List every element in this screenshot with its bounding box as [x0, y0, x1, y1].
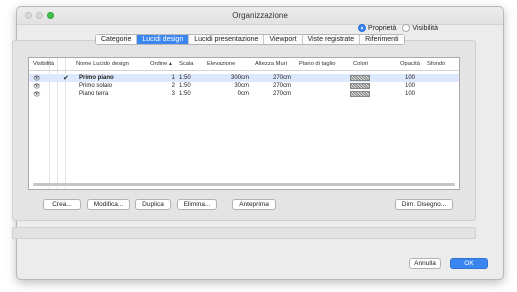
layer-order: 2	[171, 83, 175, 89]
eye-icon[interactable]: 👁	[33, 91, 41, 98]
layer-opacity: 100	[404, 91, 415, 97]
tab-bar: Categorie Lucidi design Lucidi presentaz…	[95, 34, 405, 45]
layer-elevation: 300cm	[230, 75, 249, 81]
duplicate-button[interactable]: Duplica	[135, 199, 171, 210]
layer-scale: 1:50	[179, 91, 191, 97]
tab-categories[interactable]: Categorie	[96, 35, 138, 44]
color-swatch[interactable]	[350, 83, 370, 89]
preview-button[interactable]: Anteprima	[232, 199, 276, 210]
layer-wall-height: 270cm	[272, 91, 291, 97]
table-row[interactable]: 👁 Primo solaio 2 1:50 30cm 270cm 100	[29, 82, 459, 90]
header-name[interactable]: Nome Lucido design	[76, 61, 129, 67]
layer-name: Primo solaio	[79, 83, 113, 89]
layer-order: 3	[171, 91, 175, 97]
header-order[interactable]: Ordine ▴	[150, 61, 172, 67]
dim-drawing-button[interactable]: Dim. Disegno...	[395, 199, 453, 210]
create-button[interactable]: Crea...	[43, 199, 81, 210]
layer-elevation: 30cm	[234, 83, 249, 89]
header-visibility[interactable]: Visibilità	[33, 61, 54, 67]
tab-design-layers[interactable]: Lucidi design	[137, 35, 190, 44]
radio-visibility-label: Visibilità	[412, 24, 438, 32]
cancel-button[interactable]: Annulla	[409, 258, 441, 269]
radio-selected-icon	[358, 24, 366, 32]
tab-viewport[interactable]: Viewport	[264, 35, 303, 44]
layer-wall-height: 270cm	[272, 75, 291, 81]
design-layers-table: Visibilità Nome Lucido design Ordine ▴ S…	[28, 57, 460, 190]
header-background[interactable]: Sfondo	[427, 61, 445, 67]
layer-elevation: 0cm	[237, 91, 249, 97]
table-row[interactable]: 👁 ✔ Primo piano 1 1:50 300cm 270cm 100	[29, 74, 459, 82]
header-opacity[interactable]: Opacità	[400, 61, 420, 67]
header-scale[interactable]: Scala	[179, 61, 194, 67]
radio-visibility[interactable]: Visibilità	[402, 24, 438, 32]
layer-name: Primo piano	[79, 75, 114, 81]
view-mode-radios: Proprietà Visibilità	[358, 24, 438, 32]
layer-name: Piano terra	[79, 91, 109, 97]
table-header: Visibilità Nome Lucido design Ordine ▴ S…	[29, 58, 459, 71]
delete-button[interactable]: Elimina...	[177, 199, 217, 210]
color-swatch[interactable]	[350, 91, 370, 97]
eye-icon[interactable]: 👁	[33, 83, 41, 90]
layer-wall-height: 270cm	[272, 83, 291, 89]
layer-scale: 1:50	[179, 83, 191, 89]
active-layer-check-icon[interactable]: ✔	[63, 74, 69, 82]
status-bar	[12, 227, 476, 239]
header-colors[interactable]: Colori	[353, 61, 368, 67]
eye-icon[interactable]: 👁	[33, 75, 41, 82]
layer-opacity: 100	[404, 83, 415, 89]
table-row[interactable]: 👁 Piano terra 3 1:50 0cm 270cm 100	[29, 90, 459, 98]
layer-opacity: 100	[404, 75, 415, 81]
title-bar: Organizzazione	[17, 7, 503, 25]
tab-saved-views[interactable]: Viste registrate	[302, 35, 361, 44]
layer-order: 1	[171, 75, 175, 81]
modify-button[interactable]: Modifica...	[87, 199, 130, 210]
header-wall-height[interactable]: Altezza Muri	[255, 61, 287, 67]
horizontal-scrollbar[interactable]	[33, 183, 455, 186]
tab-presentation-layers[interactable]: Lucidi presentazione	[189, 35, 265, 44]
radio-properties[interactable]: Proprietà	[358, 24, 396, 32]
header-elevation[interactable]: Elevazione	[207, 61, 235, 67]
radio-properties-label: Proprietà	[368, 24, 397, 32]
ok-button[interactable]: OK	[450, 258, 488, 269]
header-cut-plane[interactable]: Piano di taglio	[299, 61, 335, 67]
layer-scale: 1:50	[179, 75, 191, 81]
color-swatch[interactable]	[350, 75, 370, 81]
window-title: Organizzazione	[232, 11, 288, 20]
radio-unselected-icon	[402, 24, 411, 32]
tab-references[interactable]: Riferimenti	[360, 35, 404, 44]
